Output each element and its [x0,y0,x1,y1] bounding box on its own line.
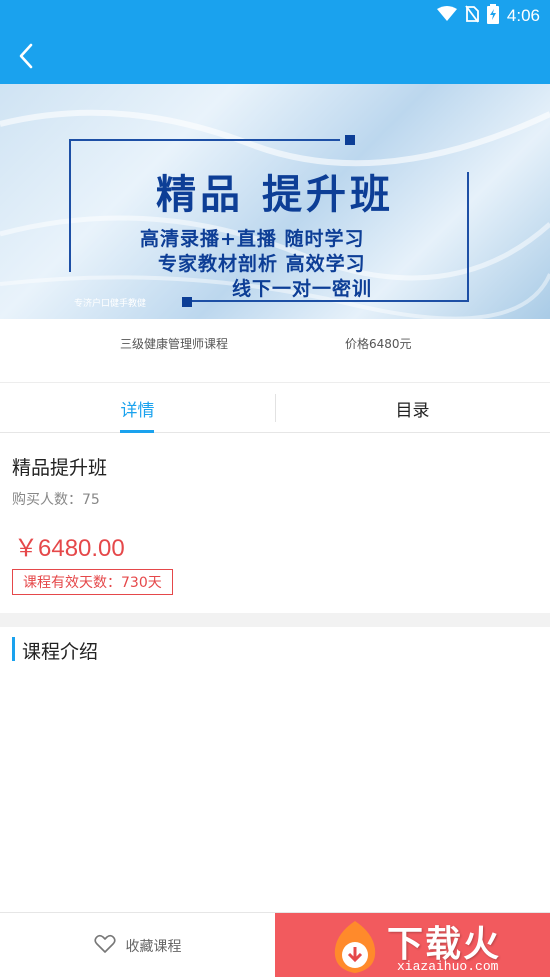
favorite-button[interactable]: 收藏课程 [0,913,275,977]
bottom-action-bar: 收藏课程 下载火 xiazaihuo.com [0,912,550,977]
banner-title: 精品 提升班 [156,172,394,218]
validity-badge: 课程有效天数：730天 [12,569,173,595]
watermark-logo-icon [329,919,381,977]
tab-details[interactable]: 详情 [0,384,275,432]
status-bar: 4:06 [0,0,550,32]
banner-line-3: 线下一对一密训 [232,278,373,300]
tab-catalog[interactable]: 目录 [275,384,550,432]
banner-line-2: 专家教材剖析 高效学习 [158,253,366,275]
course-info: 精品提升班 购买人数：75 ￥6480.00 课程有效天数：730天 [0,433,550,613]
course-intro-header: 课程介绍 [0,627,550,677]
watermark-url: xiazaihuo.com [397,959,499,974]
wifi-icon [436,6,457,26]
course-banner: 精品 提升班 高清录播+直播 随时学习 专家教材剖析 高效学习 线下一对一密训 … [0,84,550,319]
course-meta-price: 价格6480元 [345,337,412,351]
no-sim-icon [465,5,479,27]
back-button[interactable] [4,36,48,80]
status-time: 4:06 [506,6,540,25]
heart-outline-icon [93,934,116,958]
section-accent-bar [12,637,15,661]
course-price: ￥6480.00 [14,535,125,562]
course-title: 精品提升班 [12,457,108,479]
tab-catalog-label: 目录 [395,400,430,421]
course-meta: 三级健康管理师课程 价格6480元 [0,319,550,383]
chevron-left-icon [18,43,34,73]
tab-bar: 详情 目录 [0,384,550,433]
course-intro-title: 课程介绍 [22,641,99,663]
tab-details-label: 详情 [120,400,155,421]
favorite-label: 收藏课程 [125,938,182,955]
section-divider [0,613,550,627]
banner-line-1: 高清录播+直播 随时学习 [140,228,365,250]
app-bar [0,32,550,84]
banner-small-text: 专济户口健手教健 [74,299,147,309]
course-category-name: 三级健康管理师课程 [120,337,229,351]
watermark: 下载火 xiazaihuo.com [325,913,550,977]
status-icons: 4:06 [436,4,540,28]
buyer-count: 购买人数：75 [12,492,100,508]
tab-divider [275,394,276,422]
battery-charging-icon [486,4,499,28]
